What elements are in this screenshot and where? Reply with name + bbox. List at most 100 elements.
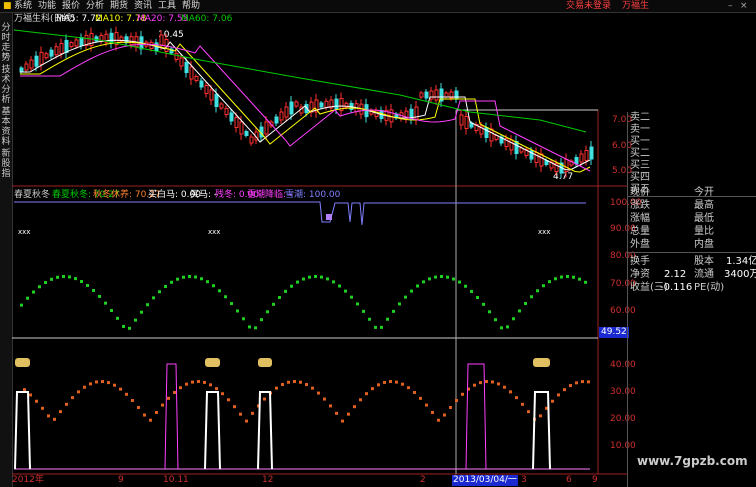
autumn-dot [167,396,170,400]
candle-body [199,80,204,88]
candle-body [29,59,34,69]
spring-dot [98,294,101,298]
signal-spike [257,391,273,470]
spring-dot [254,326,257,330]
spring-dot [122,324,125,328]
spring-dot [314,275,317,279]
spring-dot [554,277,557,281]
signal-badge-icon [205,358,220,367]
autumn-dot [209,383,212,387]
spring-dot [194,275,197,279]
autumn-dot [191,380,194,384]
candle-body [459,114,464,126]
autumn-dot [425,403,428,407]
spring-dot [74,277,77,281]
autumn-dot [431,410,434,414]
candle-body [69,42,74,48]
spring-dot [476,296,479,300]
autumn-dot [239,412,242,416]
autumn-dot [317,391,320,395]
spring-dot [206,280,209,284]
autumn-dot [53,417,56,421]
autumn-dot [455,398,458,402]
candle-body [589,146,594,160]
spring-dot [452,277,455,281]
autumn-dot [329,404,332,408]
autumn-dot [107,381,110,385]
autumn-dot [185,382,188,386]
autumn-dot [305,383,308,387]
candle-body [454,90,459,100]
candle-body [334,98,339,110]
spring-dot [284,289,287,293]
autumn-dot [383,380,386,384]
spring-dot [482,302,485,306]
candle-body [59,42,64,54]
candle-body [184,62,189,73]
spring-dot [176,277,179,281]
candle-body [189,66,194,80]
spring-dot [26,296,29,300]
autumn-dot [551,399,554,403]
spring-dot [44,280,47,284]
autumn-dot [413,390,416,394]
autumn-dot [575,381,578,385]
spring-dot [350,295,353,299]
autumn-dot [443,413,446,417]
autumn-dot [497,382,500,386]
autumn-dot [437,418,440,422]
spring-dot [386,317,389,321]
signal-spike [14,391,31,470]
autumn-dot [71,396,74,400]
autumn-dot [293,380,296,383]
spring-dot [380,325,383,329]
spring-dot [62,275,65,279]
autumn-dot [359,398,362,402]
autumn-dot [371,387,374,391]
autumn-dot [347,412,350,416]
candle-body [574,157,579,164]
autumn-dot [323,397,326,401]
autumn-dot [47,414,50,418]
spring-dot [368,317,371,321]
autumn-dot [95,380,98,384]
candle-body [284,106,289,118]
candle-body [434,89,439,101]
autumn-dot [221,392,224,396]
spring-dot [422,280,425,284]
spring-dot [302,277,305,281]
autumn-dot [461,392,464,396]
spring-dot [374,325,377,329]
candle-body [194,76,199,81]
spring-dot [32,290,35,294]
autumn-dot [521,402,524,406]
spring-dot [38,285,41,289]
candle-body [64,39,69,53]
spring-dot [530,295,533,299]
spring-dot [296,280,299,284]
autumn-dot [23,388,26,392]
spring-dot [80,279,83,283]
candle-body [294,101,299,107]
spring-dot [170,280,173,284]
candle-body [74,39,79,47]
xx-marker: xxx [538,228,550,236]
autumn-dot [131,399,134,403]
autumn-dot [119,387,122,391]
autumn-dot [143,413,146,417]
spring-dot [218,289,221,293]
spring-dot [344,289,347,293]
autumn-dot [419,396,422,400]
autumn-dot [395,380,398,384]
autumn-dot [341,419,344,423]
candle-body [224,108,229,115]
autumn-dot [155,410,158,414]
autumn-dot [299,380,302,384]
candle-body [244,131,249,136]
spring-dot [188,275,191,279]
autumn-dot [89,382,92,386]
tunnel-line [14,201,586,226]
autumn-dot [527,410,530,414]
autumn-dot [287,380,290,384]
spring-dot [410,289,413,293]
